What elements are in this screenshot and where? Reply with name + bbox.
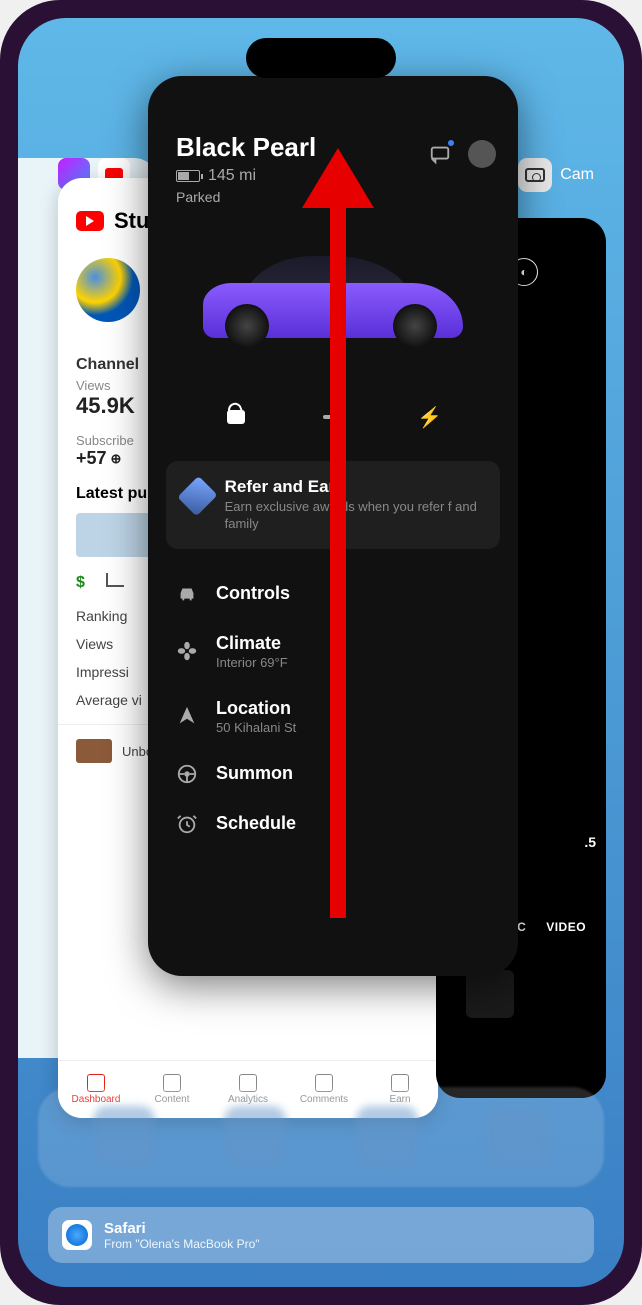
channel-avatar[interactable] <box>76 258 140 322</box>
loot-box-icon <box>177 476 217 516</box>
handoff-app: Safari <box>104 1220 260 1237</box>
location-address: 50 Kihalani St <box>216 720 296 735</box>
refer-title: Refer and Earn <box>225 477 482 497</box>
dock-app-2[interactable] <box>224 1106 286 1168</box>
menu-list: Controls ClimateInterior 69°F Location50… <box>148 559 518 859</box>
menu-summon[interactable]: Summon <box>148 749 518 799</box>
fan-icon <box>176 640 198 662</box>
safari-icon <box>62 1220 92 1250</box>
dynamic-island[interactable] <box>246 38 396 78</box>
youtube-logo-icon <box>76 211 104 231</box>
menu-controls[interactable]: Controls <box>148 569 518 619</box>
menu-schedule[interactable]: Schedule <box>148 799 518 849</box>
screen: Cam Stu Channel Views 45.9K Subscribe +5… <box>18 18 624 1287</box>
car-image <box>148 213 518 383</box>
quick-actions: ⚡ <box>148 383 518 451</box>
dock-app-4[interactable] <box>487 1106 549 1168</box>
menu-location[interactable]: Location50 Kihalani St <box>148 684 518 749</box>
dock <box>38 1087 604 1187</box>
refer-card[interactable]: Refer and Earn Earn exclusive awards whe… <box>166 461 500 549</box>
dock-app-3[interactable] <box>356 1106 418 1168</box>
mode-video[interactable]: VIDEO <box>546 920 586 934</box>
camera-text: Cam <box>560 166 594 184</box>
chart-icon <box>106 573 124 587</box>
clock-alarm-icon <box>176 813 198 835</box>
camera-app-label: Cam <box>518 158 594 192</box>
handoff-source: From "Olena's MacBook Pro" <box>104 1237 260 1251</box>
vehicle-status: Parked <box>176 189 490 205</box>
profile-avatar[interactable] <box>468 140 496 168</box>
arrow-icon <box>176 705 198 727</box>
wheel-icon <box>176 763 198 785</box>
phone-frame: Cam Stu Channel Views 45.9K Subscribe +5… <box>0 0 642 1305</box>
last-photo-preview[interactable] <box>466 970 514 1018</box>
video-thumbnail[interactable] <box>76 513 156 557</box>
handoff-banner[interactable]: Safari From "Olena's MacBook Pro" <box>48 1207 594 1263</box>
zoom-level[interactable]: .5 <box>584 834 596 850</box>
refer-subtitle: Earn exclusive awards when you refer f a… <box>225 499 482 533</box>
camera-icon[interactable] <box>518 158 552 192</box>
unlock-button[interactable] <box>222 403 250 431</box>
tesla-app-card[interactable]: Black Pearl 145 mi Parked <box>148 76 518 976</box>
dollar-icon: $ <box>76 574 94 592</box>
car-icon <box>176 583 198 605</box>
climate-temp: Interior 69°F <box>216 655 288 670</box>
dock-app-1[interactable] <box>93 1106 155 1168</box>
video-thumb-small <box>76 739 112 763</box>
charge-button[interactable]: ⚡ <box>416 403 444 431</box>
menu-climate[interactable]: ClimateInterior 69°F <box>148 619 518 684</box>
vehicle-range: 145 mi <box>176 167 490 185</box>
fan-button[interactable] <box>319 403 347 431</box>
battery-icon <box>176 170 200 182</box>
youtube-header: Stu <box>114 208 149 234</box>
inbox-icon[interactable] <box>428 142 452 166</box>
